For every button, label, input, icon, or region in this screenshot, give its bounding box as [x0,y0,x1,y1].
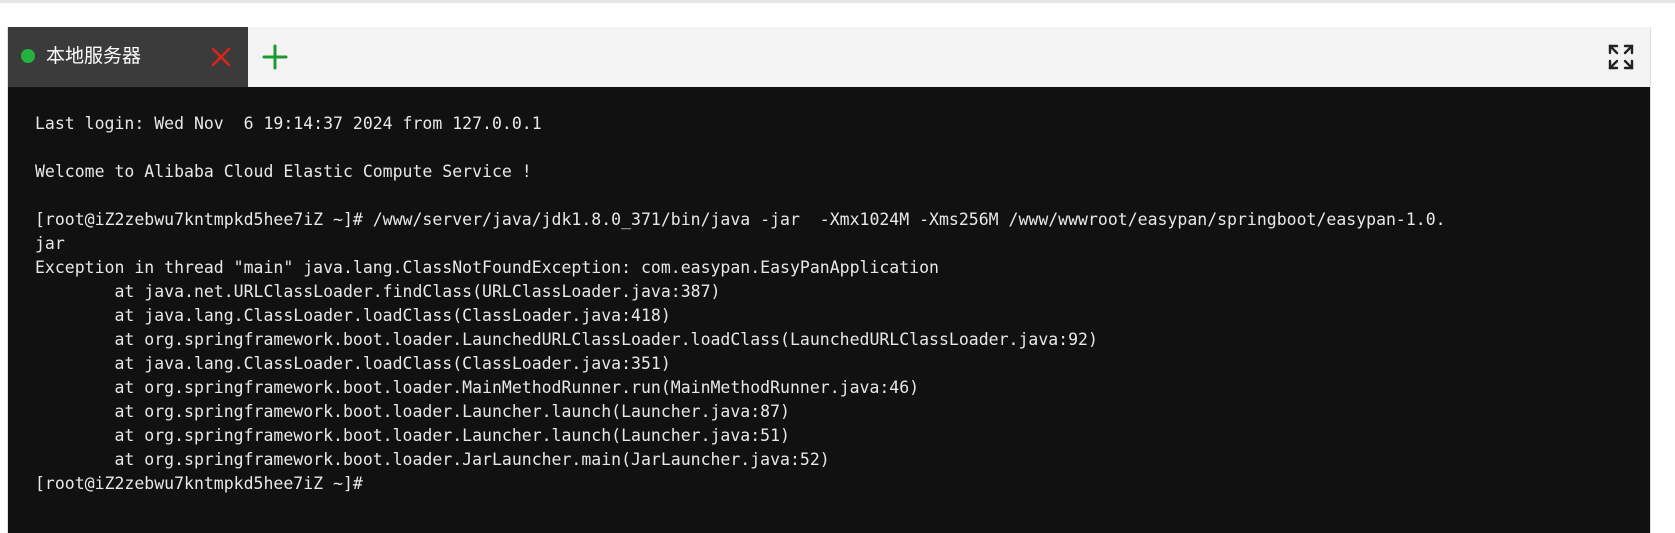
terminal-line: Last login: Wed Nov 6 19:14:37 2024 from… [35,114,542,133]
terminal-line: Welcome to Alibaba Cloud Elastic Compute… [35,162,532,181]
terminal-output[interactable]: Last login: Wed Nov 6 19:14:37 2024 from… [8,87,1650,533]
close-icon[interactable] [210,46,232,68]
terminal-line: at org.springframework.boot.loader.Launc… [35,426,790,445]
terminal-line: at java.lang.ClassLoader.loadClass(Class… [35,354,671,373]
tab-label: 本地服务器 [46,45,142,67]
terminal-prompt-line[interactable]: [root@iZ2zebwu7kntmpkd5hee7iZ ~]# [35,472,1623,496]
plus-icon[interactable] [262,44,288,70]
close-icon-graphic [211,47,231,67]
terminal-line: Exception in thread "main" java.lang.Cla… [35,258,939,277]
connection-status-dot [21,49,35,63]
terminal-line: at java.lang.ClassLoader.loadClass(Class… [35,306,671,325]
terminal-panel: 本地服务器 Last login: Wed Nov 6 19:14:37 202… [7,27,1651,533]
terminal-line: [root@iZ2zebwu7kntmpkd5hee7iZ ~]# /www/s… [35,210,1446,229]
terminal-line: at org.springframework.boot.loader.Launc… [35,402,790,421]
terminal-line: jar [35,234,65,253]
terminal-line: at java.net.URLClassLoader.findClass(URL… [35,282,721,301]
plus-icon-graphic [262,44,288,70]
fullscreen-icon[interactable] [1608,44,1634,70]
terminal-line: at org.springframework.boot.loader.MainM… [35,378,920,397]
terminal-line: at org.springframework.boot.loader.Launc… [35,330,1098,349]
tab-local-server[interactable]: 本地服务器 [8,27,248,87]
top-divider [0,0,1675,3]
tab-bar: 本地服务器 [8,27,1650,87]
fullscreen-icon-graphic [1608,44,1634,70]
terminal-line: at org.springframework.boot.loader.JarLa… [35,450,830,469]
